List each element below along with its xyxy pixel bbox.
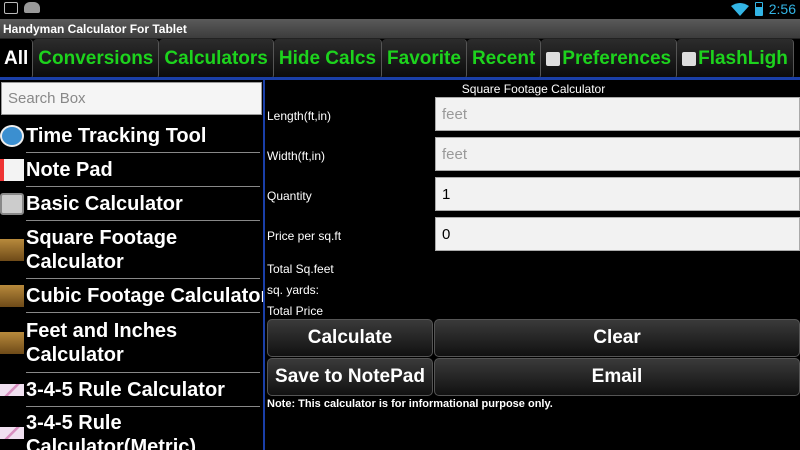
tab-recent[interactable]: Recent (466, 39, 542, 79)
wifi-icon (730, 3, 749, 16)
sidebar-item-label: Feet and Inches Calculator (26, 320, 178, 366)
status-bar: 2:56 (0, 0, 800, 19)
price-label: Price per sq.ft (267, 229, 342, 243)
calculate-button[interactable]: Calculate (267, 319, 433, 357)
total-price-label: Total Price (267, 304, 324, 318)
width-input[interactable]: feet (435, 137, 800, 171)
search-input[interactable]: Search Box (1, 82, 262, 115)
tab-hide-calcs[interactable]: Hide Calcs (273, 39, 383, 79)
wood-icon (0, 332, 24, 354)
quantity-label: Quantity (267, 189, 312, 203)
sidebar: Search Box Time Tracking Tool Note Pad B… (0, 80, 265, 450)
tab-all[interactable]: All (0, 39, 34, 79)
total-sqfeet-label: Total Sq.feet (267, 262, 334, 276)
calculator-icon (0, 193, 24, 215)
wood-icon (0, 285, 24, 307)
tab-label: FlashLigh (698, 48, 788, 69)
app-title: Handyman Calculator For Tablet (0, 19, 800, 39)
tab-flashlight[interactable]: FlashLigh (677, 39, 794, 79)
tools-icon (546, 52, 561, 66)
triangle-icon (0, 427, 24, 439)
quantity-input[interactable]: 1 (435, 177, 800, 211)
tab-bar: All Conversions Calculators Hide Calcs F… (0, 39, 800, 79)
sidebar-item-label: Square Footage Calculator (26, 227, 178, 273)
disclaimer-note: Note: This calculator is for information… (267, 398, 553, 410)
save-to-notepad-button[interactable]: Save to NotePad (267, 358, 433, 396)
screen-icon (4, 2, 18, 14)
sidebar-item-345-rule-metric[interactable]: 3-4-5 Rule Calculator(Metric) (0, 407, 262, 450)
sidebar-item-basic-calculator[interactable]: Basic Calculator (0, 187, 262, 221)
sq-yards-label: sq. yards: (267, 283, 320, 297)
sidebar-item-cubic-footage[interactable]: Cubic Footage Calculator (0, 279, 265, 313)
sidebar-item-time-tracking[interactable]: Time Tracking Tool (0, 119, 262, 153)
clock-icon (0, 125, 24, 147)
price-input[interactable]: 0 (435, 217, 800, 251)
triangle-icon (0, 384, 24, 396)
sidebar-item-label: Note Pad (26, 159, 113, 181)
flashlight-icon (682, 52, 697, 66)
sidebar-item-label: Basic Calculator (26, 193, 183, 215)
sidebar-item-label: 3-4-5 Rule Calculator(Metric) (26, 412, 197, 450)
tab-favorite[interactable]: Favorite (382, 39, 467, 79)
sidebar-item-label: Time Tracking Tool (26, 125, 207, 147)
calculator-title: Square Footage Calculator (461, 82, 606, 96)
tab-label: Recent (471, 48, 536, 69)
notepad-icon (0, 159, 24, 181)
sidebar-item-feet-inches[interactable]: Feet and Inches Calculator (0, 313, 262, 373)
tab-preferences[interactable]: Preferences (541, 39, 678, 79)
tab-label: Hide Calcs (278, 48, 377, 69)
sidebar-item-label: 3-4-5 Rule Calculator (26, 379, 225, 401)
tab-label: All (4, 48, 29, 69)
status-clock: 2:56 (768, 1, 796, 17)
length-label: Length(ft,in) (267, 109, 332, 123)
battery-icon (754, 2, 763, 16)
length-input[interactable]: feet (435, 97, 800, 131)
tab-conversions[interactable]: Conversions (33, 39, 160, 79)
tab-label: Conversions (38, 48, 154, 69)
tab-label: Calculators (164, 48, 268, 69)
width-label: Width(ft,in) (267, 149, 326, 163)
calculator-panel: Square Footage Calculator Length(ft,in) … (267, 80, 800, 450)
wood-icon (0, 239, 24, 261)
tab-label: Favorite (387, 48, 461, 69)
sidebar-item-label: Cubic Footage Calculator (26, 285, 265, 307)
sidebar-item-note-pad[interactable]: Note Pad (0, 153, 262, 187)
clear-button[interactable]: Clear (434, 319, 800, 357)
tab-label: Preferences (562, 48, 672, 69)
tab-calculators[interactable]: Calculators (159, 39, 274, 79)
android-icon (24, 2, 40, 13)
email-button[interactable]: Email (434, 358, 800, 396)
sidebar-item-square-footage[interactable]: Square Footage Calculator (0, 221, 262, 279)
sidebar-item-345-rule[interactable]: 3-4-5 Rule Calculator (0, 373, 262, 407)
